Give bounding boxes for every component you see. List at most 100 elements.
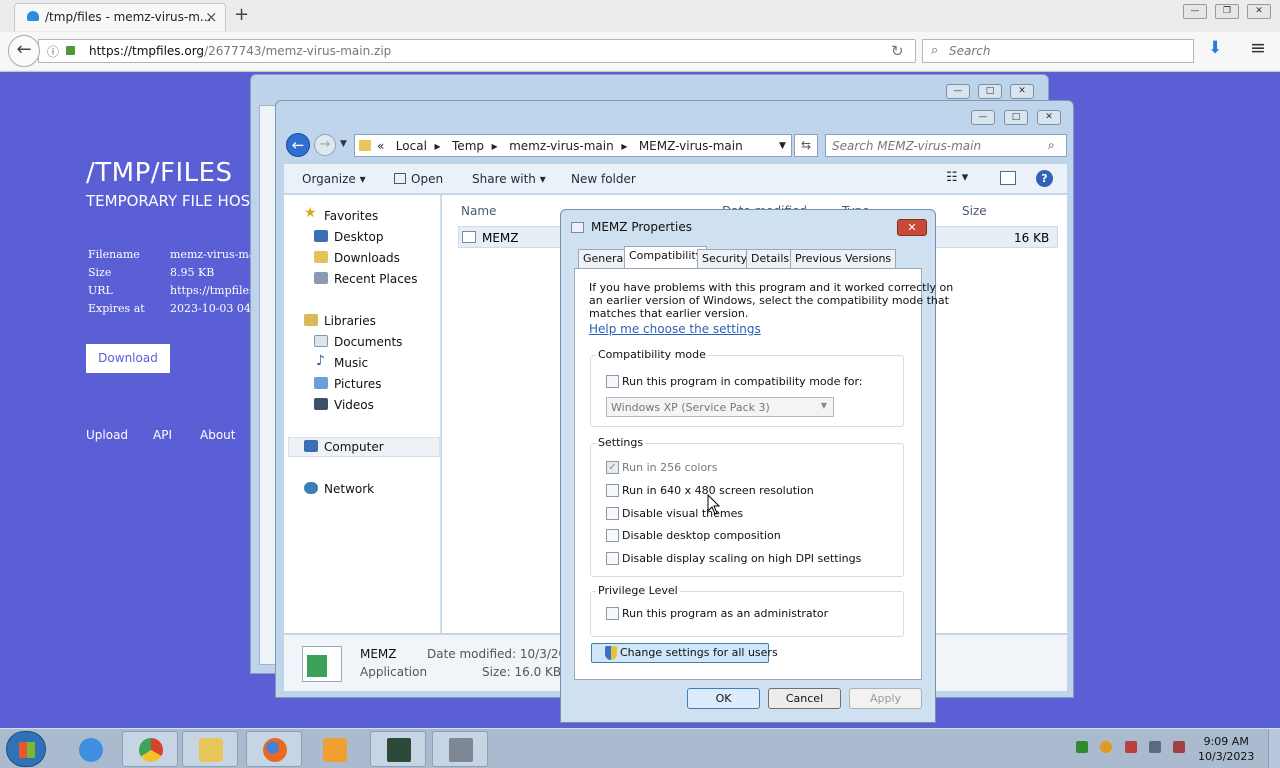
run-as-admin-checkbox[interactable] bbox=[606, 607, 619, 620]
close-button[interactable]: ✕ bbox=[1010, 84, 1034, 99]
breadcrumb-item[interactable]: memz-virus-main bbox=[509, 139, 614, 153]
url-bar[interactable]: ⓘ https://tmpfiles.org/2677743/memz-viru… bbox=[38, 39, 916, 63]
run-256-colors-label[interactable]: Run in 256 colors bbox=[622, 461, 717, 474]
tray-action-center-icon[interactable] bbox=[1125, 741, 1137, 753]
download-button[interactable]: Download bbox=[86, 344, 170, 373]
close-window-button[interactable]: ✕ bbox=[1247, 4, 1271, 19]
minimize-button[interactable]: — bbox=[971, 110, 995, 125]
minimize-button[interactable]: — bbox=[1183, 4, 1207, 19]
taskbar-ie[interactable] bbox=[62, 731, 118, 767]
run-640x480-checkbox[interactable] bbox=[606, 484, 619, 497]
new-tab-button[interactable]: + bbox=[234, 4, 249, 25]
url-text[interactable]: https://tmpfiles.org/2677743/memz-virus-… bbox=[89, 44, 391, 58]
tab-previous-versions[interactable]: Previous Versions bbox=[790, 249, 897, 268]
explorer-back-button[interactable]: ← bbox=[286, 133, 310, 157]
cancel-button[interactable]: Cancel bbox=[768, 688, 841, 709]
open-button[interactable]: Open bbox=[394, 172, 443, 186]
column-name[interactable]: Name bbox=[461, 204, 496, 218]
taskbar-explorer[interactable] bbox=[182, 731, 238, 767]
share-with-button[interactable]: Share with ▾ bbox=[472, 172, 546, 186]
recent-pages-chevron-icon[interactable]: ▼ bbox=[340, 139, 347, 149]
disable-desktop-composition-checkbox[interactable] bbox=[606, 529, 619, 542]
properties-dialog: MEMZ Properties ✕ General Compatibility … bbox=[560, 209, 953, 723]
nav-recent-places[interactable]: Recent Places bbox=[334, 272, 417, 286]
maximize-button[interactable]: □ bbox=[1004, 110, 1028, 125]
taskbar-media-player[interactable] bbox=[306, 731, 362, 767]
help-link[interactable]: Help me choose the settings bbox=[589, 323, 761, 336]
disable-dpi-scaling-checkbox[interactable] bbox=[606, 552, 619, 565]
breadcrumb-overflow[interactable]: « bbox=[377, 139, 384, 153]
nav-pictures[interactable]: Pictures bbox=[334, 377, 382, 391]
nav-computer[interactable]: Computer bbox=[324, 440, 384, 454]
back-button[interactable]: ← bbox=[8, 35, 40, 67]
hamburger-menu-icon[interactable]: ≡ bbox=[1250, 37, 1266, 59]
taskbar-properties[interactable] bbox=[432, 731, 488, 767]
system-clock[interactable]: 9:09 AM 10/3/2023 bbox=[1198, 734, 1254, 764]
ok-button[interactable]: OK bbox=[687, 688, 760, 709]
search-input[interactable]: ⌕ Search bbox=[922, 39, 1194, 63]
disable-desktop-composition-label[interactable]: Disable desktop composition bbox=[622, 529, 781, 542]
address-dropdown-icon[interactable]: ▼ bbox=[779, 141, 786, 151]
new-folder-button[interactable]: New folder bbox=[571, 172, 636, 186]
breadcrumb-item[interactable]: Local bbox=[396, 139, 427, 153]
music-icon: ♪ bbox=[316, 353, 325, 369]
tray-search-icon[interactable] bbox=[1100, 741, 1112, 753]
compat-mode-label[interactable]: Run this program in compatibility mode f… bbox=[622, 375, 863, 388]
explorer-forward-button[interactable]: → bbox=[314, 134, 336, 156]
compat-mode-checkbox[interactable] bbox=[606, 375, 619, 388]
run-as-admin-label[interactable]: Run this program as an administrator bbox=[622, 607, 828, 620]
settings-label: Settings bbox=[596, 436, 646, 449]
preview-pane-icon[interactable] bbox=[1000, 171, 1016, 185]
taskbar-chrome[interactable] bbox=[122, 731, 178, 767]
downloads-icon[interactable]: ⬇ bbox=[1208, 38, 1222, 58]
explorer-search-input[interactable]: Search MEMZ-virus-main ⌕ bbox=[825, 134, 1067, 157]
close-button[interactable]: ✕ bbox=[1037, 110, 1061, 125]
minimize-button[interactable]: — bbox=[946, 84, 970, 99]
browser-tab[interactable]: /tmp/files - memz-virus-m... × bbox=[14, 3, 226, 31]
nav-libraries[interactable]: Libraries bbox=[324, 314, 376, 328]
nav-favorites[interactable]: Favorites bbox=[324, 209, 378, 223]
tray-app-icon[interactable] bbox=[1076, 741, 1088, 753]
restore-button[interactable]: ❐ bbox=[1215, 4, 1239, 19]
tab-close-icon[interactable]: × bbox=[205, 8, 218, 26]
view-options-icon[interactable]: ☷ ▾ bbox=[946, 170, 968, 185]
compat-os-select[interactable]: Windows XP (Service Pack 3) ▼ bbox=[606, 397, 834, 417]
taskbar-task-manager[interactable] bbox=[370, 731, 426, 767]
about-link[interactable]: About bbox=[200, 428, 235, 442]
breadcrumb-item[interactable]: Temp bbox=[452, 139, 484, 153]
tab-compatibility[interactable]: Compatibility bbox=[624, 246, 708, 269]
meta-key: Size bbox=[88, 266, 112, 279]
taskbar-firefox[interactable] bbox=[246, 731, 302, 767]
breadcrumb-item[interactable]: MEMZ-virus-main bbox=[639, 139, 743, 153]
nav-videos[interactable]: Videos bbox=[334, 398, 374, 412]
nav-downloads[interactable]: Downloads bbox=[334, 251, 400, 265]
lock-icon[interactable] bbox=[66, 46, 75, 55]
api-link[interactable]: API bbox=[153, 428, 172, 442]
nav-documents[interactable]: Documents bbox=[334, 335, 402, 349]
tab-security[interactable]: Security bbox=[697, 249, 753, 268]
disable-visual-themes-label[interactable]: Disable visual themes bbox=[622, 507, 743, 520]
disable-visual-themes-checkbox[interactable] bbox=[606, 507, 619, 520]
show-desktop-button[interactable] bbox=[1268, 729, 1280, 768]
dialog-close-button[interactable]: ✕ bbox=[897, 219, 927, 236]
info-icon[interactable]: ⓘ bbox=[47, 43, 59, 60]
help-icon[interactable]: ? bbox=[1036, 170, 1053, 187]
tray-network-icon[interactable] bbox=[1149, 741, 1161, 753]
tray-volume-muted-icon[interactable] bbox=[1173, 741, 1185, 753]
refresh-button[interactable]: ⇆ bbox=[794, 134, 818, 157]
explorer-address-bar[interactable]: « Local ▸ Temp ▸ memz-virus-main ▸ MEMZ-… bbox=[354, 134, 792, 157]
nav-music[interactable]: Music bbox=[334, 356, 368, 370]
disable-dpi-scaling-label[interactable]: Disable display scaling on high DPI sett… bbox=[622, 552, 861, 565]
reload-icon[interactable]: ↻ bbox=[891, 42, 904, 60]
organize-button[interactable]: Organize ▾ bbox=[302, 172, 366, 186]
maximize-button[interactable]: □ bbox=[978, 84, 1002, 99]
run-256-colors-checkbox[interactable]: ✓ bbox=[606, 461, 619, 474]
upload-link[interactable]: Upload bbox=[86, 428, 128, 442]
tab-details[interactable]: Details bbox=[746, 249, 795, 268]
apply-button[interactable]: Apply bbox=[849, 688, 922, 709]
start-button[interactable] bbox=[6, 731, 46, 767]
column-size[interactable]: Size bbox=[962, 204, 987, 218]
change-settings-all-users-button[interactable]: Change settings for all users bbox=[591, 643, 778, 663]
nav-network[interactable]: Network bbox=[324, 482, 374, 496]
nav-desktop[interactable]: Desktop bbox=[334, 230, 384, 244]
